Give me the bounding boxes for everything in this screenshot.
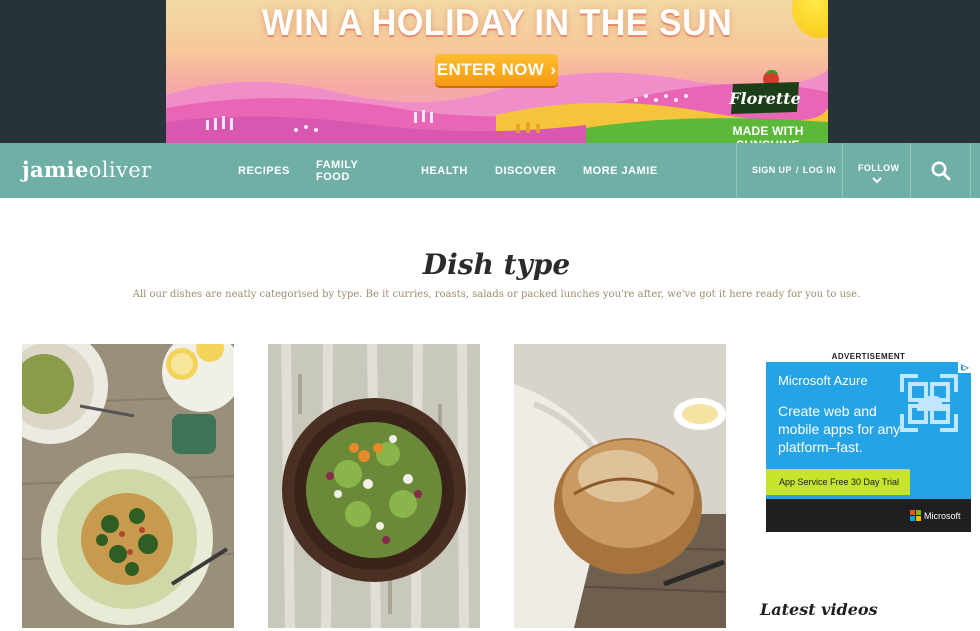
pasta-dish-image	[22, 344, 234, 628]
ad-body-text: Create web and mobile apps for any platf…	[778, 403, 901, 455]
enter-now-label: ENTER NOW	[436, 60, 545, 79]
auth-separator: /	[795, 165, 799, 175]
dish-card-bread[interactable]	[514, 344, 726, 628]
microsoft-logo-text: Microsoft	[924, 510, 961, 521]
florette-logo: Florette	[728, 70, 801, 114]
nav-more-jamie[interactable]: MORE JAMIE	[583, 165, 658, 177]
nav-discover[interactable]: DISCOVER	[495, 165, 556, 177]
log-in-link[interactable]: LOG IN	[803, 165, 836, 175]
chevron-right-icon: ›	[550, 60, 557, 79]
windows-logo-icon	[910, 510, 921, 521]
nav-recipes[interactable]: RECIPES	[238, 165, 290, 177]
adchoices-icon[interactable]: i▷	[958, 362, 971, 373]
enter-now-button[interactable]: ENTER NOW ›	[435, 54, 558, 86]
dish-card-pasta[interactable]	[22, 344, 234, 628]
advertisement-label: ADVERTISEMENT	[831, 352, 906, 361]
nav-health[interactable]: HEALTH	[421, 165, 468, 177]
microsoft-logo: Microsoft	[910, 510, 961, 521]
nav-family-food[interactable]: FAMILY FOOD	[316, 159, 358, 183]
banner-headline: WIN A HOLIDAY IN THE SUN	[261, 2, 733, 44]
nav-divider	[842, 143, 843, 198]
florette-logo-text: Florette	[728, 89, 801, 108]
chevron-down-icon[interactable]	[870, 176, 884, 186]
dish-card-salad[interactable]	[268, 344, 480, 628]
page-intro: All our dishes are neatly categorised by…	[132, 289, 861, 300]
nav-divider	[970, 143, 971, 198]
sign-up-link[interactable]: SIGN UP	[752, 165, 792, 175]
microsoft-azure-ad[interactable]: Microsoft Azure Create web and mobile ap…	[766, 362, 971, 532]
salad-bowl-image	[268, 344, 480, 628]
search-button[interactable]	[911, 143, 970, 198]
ad-brand: Microsoft Azure	[778, 373, 868, 388]
holiday-banner-ad[interactable]: WIN A HOLIDAY IN THE SUN ENTER NOW › Flor…	[166, 0, 828, 143]
latest-videos-heading: Latest videos	[760, 600, 878, 619]
page-title: Dish type	[422, 248, 571, 281]
cloud-app-icon	[900, 374, 958, 432]
top-ad-area: WIN A HOLIDAY IN THE SUN ENTER NOW › Flor…	[0, 0, 980, 143]
jamie-oliver-logo[interactable]: jamieoliver	[22, 155, 152, 185]
ad-trial-button[interactable]: App Service Free 30 Day Trial	[766, 469, 910, 495]
auth-links: SIGN UP / LOG IN	[752, 143, 836, 198]
main-nav: jamieoliver RECIPES FAMILY FOOD HEALTH D…	[0, 143, 980, 198]
search-icon	[931, 161, 951, 181]
brand-first: jamie	[22, 157, 89, 182]
ad-footer: Microsoft	[766, 499, 971, 532]
brand-second: oliver	[88, 158, 152, 182]
nav-divider	[736, 143, 737, 198]
banner-tagline: MADE WITH SUNSHINE	[732, 124, 804, 143]
follow-button[interactable]: FOLLOW	[858, 163, 899, 173]
bread-loaf-image	[514, 344, 726, 628]
